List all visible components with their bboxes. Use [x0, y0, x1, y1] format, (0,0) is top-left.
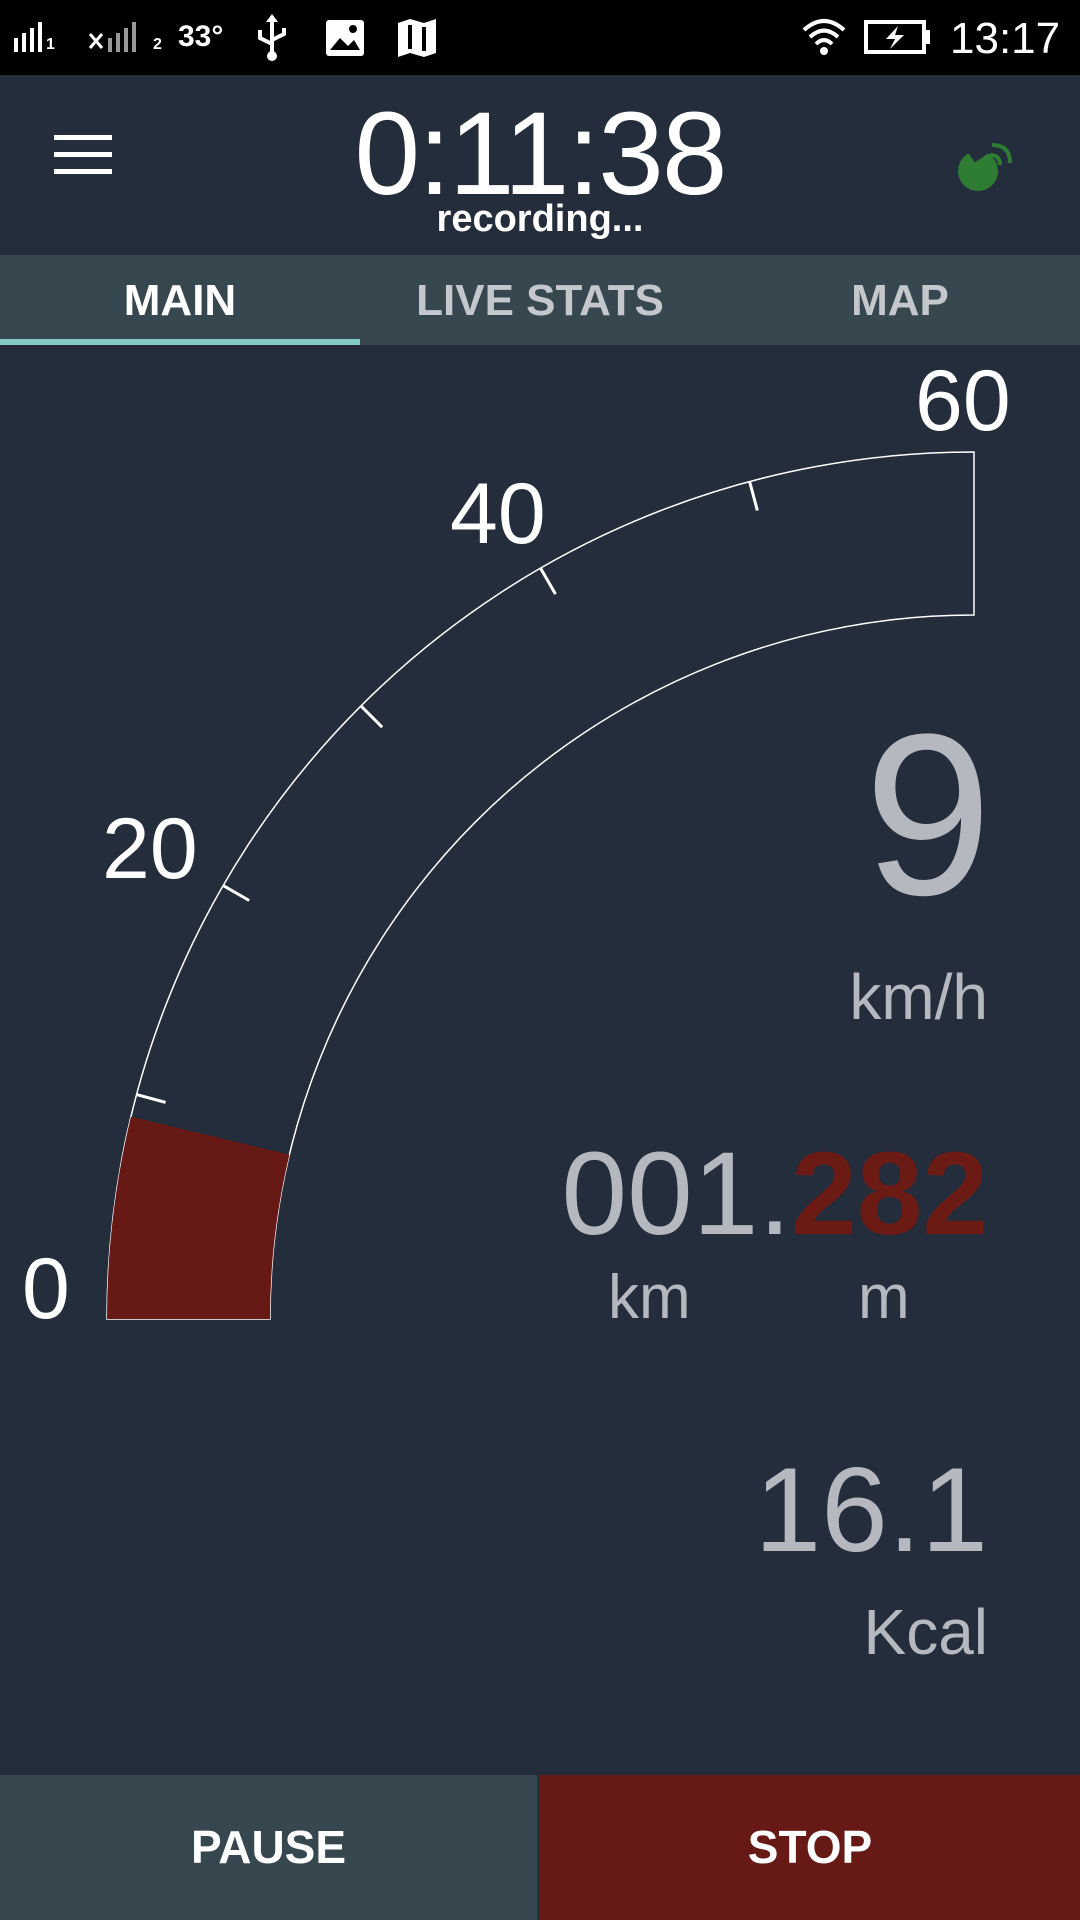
calories-unit: Kcal — [863, 1596, 989, 1668]
tab-map[interactable]: MAP — [720, 255, 1080, 345]
speed-value: 9 — [864, 686, 992, 943]
distance-km-unit: km — [608, 1263, 691, 1332]
distance-m-part: 282 — [791, 1128, 988, 1260]
gauge-tick-30 — [359, 704, 384, 729]
usb-icon — [258, 14, 286, 61]
battery-charging-icon — [864, 20, 930, 54]
distance-km-part: 001. — [561, 1128, 792, 1260]
gauge-tick-50 — [748, 481, 759, 511]
distance-readout: 001.282 — [561, 1135, 988, 1253]
wifi-icon — [802, 19, 846, 55]
speed-unit: km/h — [849, 961, 988, 1033]
gps-satellite-icon[interactable] — [950, 133, 1020, 203]
temperature-label: 33° — [178, 20, 224, 53]
gauge-ticks — [136, 481, 759, 1104]
gauge-label-40: 40 — [450, 466, 546, 562]
gauge-label-0: 0 — [22, 1241, 70, 1337]
map-icon — [398, 19, 436, 57]
pause-button[interactable]: PAUSE — [0, 1775, 537, 1920]
elapsed-timer: 0:11:38 — [354, 88, 728, 220]
calories-value: 16.1 — [754, 1443, 988, 1577]
gauge-label-20: 20 — [102, 801, 198, 897]
status-bar: 1 2 33° 13:17 — [0, 0, 1080, 75]
tab-bar: MAIN LIVE STATS MAP — [0, 255, 1080, 345]
sim2-label: 2 — [153, 36, 162, 53]
sim1-label: 1 — [46, 36, 55, 53]
status-time: 13:17 — [950, 14, 1061, 63]
recording-status: recording... — [436, 198, 644, 240]
image-icon — [326, 20, 364, 56]
gauge-tick-40 — [539, 567, 557, 595]
tab-live-stats[interactable]: LIVE STATS — [360, 255, 720, 345]
distance-m-unit: m — [858, 1263, 910, 1332]
signal-sim2-icon — [88, 22, 136, 52]
gauge-fill — [107, 1116, 290, 1319]
app-header: 0:11:38 recording... — [0, 75, 1080, 255]
gauge-label-60: 60 — [915, 353, 1011, 449]
tab-main[interactable]: MAIN — [0, 255, 360, 345]
gauge-tick-10 — [136, 1093, 166, 1104]
gauge-tick-20 — [222, 884, 250, 902]
stop-button[interactable]: STOP — [540, 1775, 1080, 1920]
